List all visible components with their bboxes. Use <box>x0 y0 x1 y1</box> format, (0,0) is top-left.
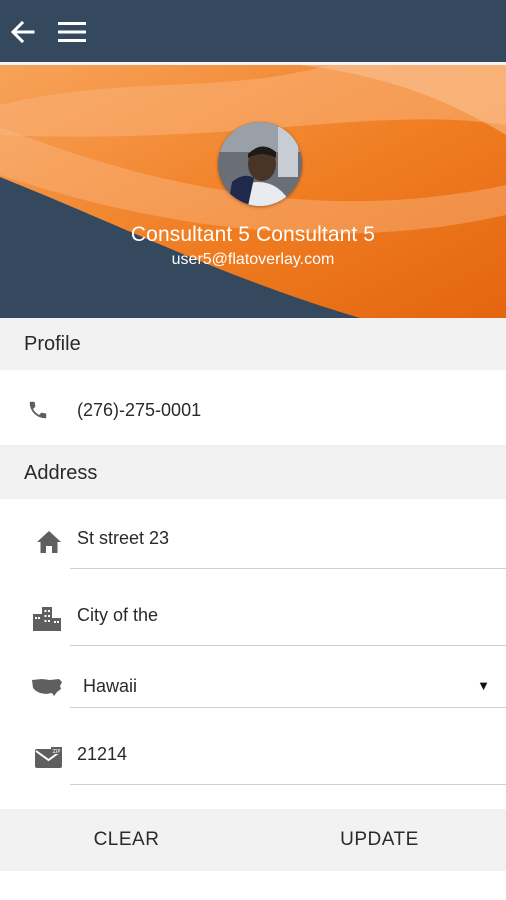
street-field[interactable]: St street 23 <box>77 528 169 549</box>
hamburger-menu-icon[interactable] <box>56 17 88 47</box>
profile-header-banner: Consultant 5 Consultant 5 user5@flatover… <box>0 65 506 318</box>
section-header-address: Address <box>0 447 506 499</box>
profile-email: user5@flatoverlay.com <box>171 251 335 268</box>
state-select[interactable]: Hawaii <box>83 676 137 697</box>
svg-text:ZIP: ZIP <box>53 749 61 755</box>
profile-name: Consultant 5 Consultant 5 <box>130 223 376 246</box>
city-field-underline <box>70 645 506 646</box>
chevron-down-icon[interactable]: ▼ <box>477 678 490 693</box>
clear-button[interactable]: CLEAR <box>0 809 253 871</box>
phone-field[interactable]: (276)-275-0001 <box>77 400 201 421</box>
us-map-icon <box>32 679 62 696</box>
home-icon <box>37 531 61 553</box>
action-bar: CLEAR UPDATE <box>0 809 506 871</box>
street-field-underline <box>70 568 506 569</box>
city-buildings-icon <box>33 607 61 631</box>
state-select-underline <box>70 707 506 708</box>
city-field[interactable]: City of the <box>77 605 158 626</box>
avatar[interactable] <box>218 122 302 206</box>
app-bar <box>0 0 506 62</box>
phone-icon <box>29 401 47 419</box>
section-header-profile: Profile <box>0 318 506 370</box>
zip-field[interactable]: 21214 <box>77 744 127 765</box>
avatar-photo <box>218 122 302 206</box>
zip-envelope-icon: ZIP <box>35 747 62 768</box>
zip-field-underline <box>70 784 506 785</box>
arrow-left-icon[interactable] <box>8 17 38 47</box>
update-button[interactable]: UPDATE <box>253 809 506 871</box>
